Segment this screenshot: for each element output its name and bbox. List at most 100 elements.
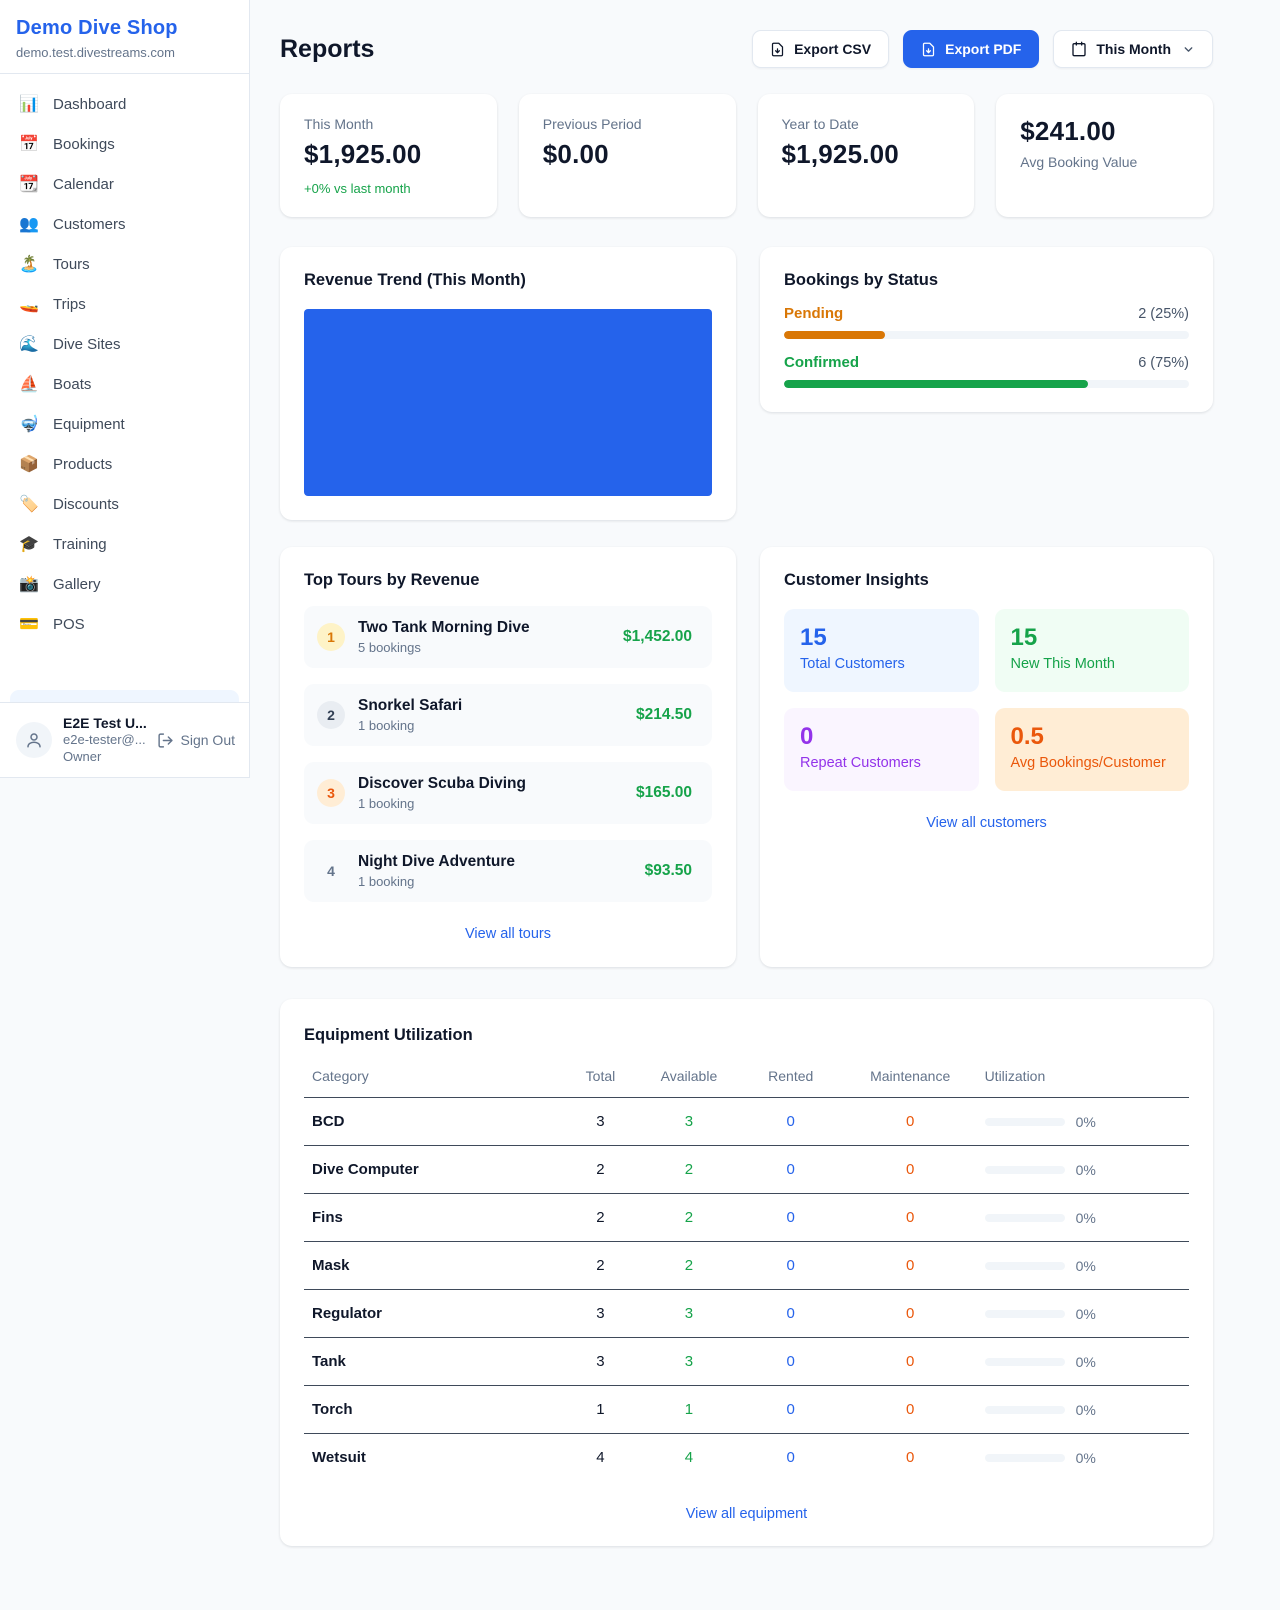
sidebar-item-discounts[interactable]: 🏷️ Discounts <box>8 484 241 524</box>
sidebar-item-tours[interactable]: 🏝️ Tours <box>8 244 241 284</box>
status-bar-track <box>784 331 1189 339</box>
sidebar-nav: 📊 Dashboard 📅 Bookings 📆 Calendar 👥 Cust… <box>0 74 249 702</box>
tile-label: Avg Bookings/Customer <box>1011 755 1174 771</box>
status-row-confirmed: Confirmed 6 (75%) <box>784 354 1189 388</box>
tile-new-this-month: 15 New This Month <box>995 609 1190 692</box>
revenue-trend-title: Revenue Trend (This Month) <box>304 271 712 290</box>
export-pdf-button[interactable]: Export PDF <box>903 30 1039 68</box>
sidebar-item-gallery[interactable]: 📸 Gallery <box>8 564 241 604</box>
camera-icon: 📸 <box>18 574 40 594</box>
tour-revenue: $214.50 <box>636 706 692 724</box>
package-icon: 📦 <box>18 454 40 474</box>
tile-value: 0.5 <box>1011 723 1174 751</box>
cell-category: Regulator <box>304 1290 561 1338</box>
tile-total-customers: 15 Total Customers <box>784 609 979 692</box>
sailboat-icon: ⛵ <box>18 374 40 394</box>
view-all-customers-link[interactable]: View all customers <box>784 815 1189 831</box>
sidebar-item-boats[interactable]: ⛵ Boats <box>8 364 241 404</box>
table-row: Fins 2 2 0 0 0% <box>304 1194 1189 1242</box>
insights-row: Top Tours by Revenue 1 Two Tank Morning … <box>280 547 1213 967</box>
cell-maintenance: 0 <box>844 1146 977 1194</box>
utilization-bar <box>985 1262 1065 1270</box>
sidebar-item-dive-sites[interactable]: 🌊 Dive Sites <box>8 324 241 364</box>
tile-label: Repeat Customers <box>800 755 963 771</box>
status-bar-track <box>784 380 1189 388</box>
sidebar-item-trips[interactable]: 🚤 Trips <box>8 284 241 324</box>
cell-available: 3 <box>640 1290 737 1338</box>
cell-available: 2 <box>640 1146 737 1194</box>
sidebar-item-dashboard[interactable]: 📊 Dashboard <box>8 84 241 124</box>
sidebar-item-equipment[interactable]: 🤿 Equipment <box>8 404 241 444</box>
utilization-bar <box>985 1214 1065 1222</box>
tile-label: Total Customers <box>800 656 963 672</box>
tile-avg-bookings-customer: 0.5 Avg Bookings/Customer <box>995 708 1190 791</box>
table-header-row: Category Total Available Rented Maintena… <box>304 1058 1189 1098</box>
sidebar-item-label: POS <box>53 616 85 633</box>
status-label-confirmed: Confirmed <box>784 354 859 371</box>
table-row: Tank 3 3 0 0 0% <box>304 1338 1189 1386</box>
export-pdf-label: Export PDF <box>945 41 1021 57</box>
cell-total: 2 <box>561 1146 641 1194</box>
cell-maintenance: 0 <box>844 1098 977 1146</box>
graduation-cap-icon: 🎓 <box>18 534 40 554</box>
cell-available: 3 <box>640 1098 737 1146</box>
cell-category: Mask <box>304 1242 561 1290</box>
tour-bookings: 5 bookings <box>358 640 530 655</box>
cell-category: Wetsuit <box>304 1434 561 1482</box>
sign-out-icon <box>157 732 174 749</box>
export-csv-button[interactable]: Export CSV <box>752 30 889 68</box>
cell-maintenance: 0 <box>844 1194 977 1242</box>
sidebar-item-pos[interactable]: 💳 POS <box>8 604 241 644</box>
view-all-equipment-link[interactable]: View all equipment <box>304 1506 1189 1522</box>
stat-card-previous-period: Previous Period $0.00 <box>519 94 736 217</box>
cell-category: Dive Computer <box>304 1146 561 1194</box>
sidebar-item-label: Tours <box>53 256 90 273</box>
diving-mask-icon: 🤿 <box>18 414 40 434</box>
view-all-tours-link[interactable]: View all tours <box>304 926 712 942</box>
stat-label: Avg Booking Value <box>1020 154 1189 170</box>
tile-value: 15 <box>1011 624 1174 652</box>
cell-rented: 0 <box>738 1242 844 1290</box>
shop-domain: demo.test.divestreams.com <box>16 45 233 60</box>
customer-insights-card: Customer Insights 15 Total Customers 15 … <box>760 547 1213 967</box>
cell-rented: 0 <box>738 1146 844 1194</box>
cell-utilization: 0% <box>977 1386 1189 1434</box>
credit-card-icon: 💳 <box>18 614 40 634</box>
cell-available: 2 <box>640 1194 737 1242</box>
tile-value: 15 <box>800 624 963 652</box>
sidebar-item-customers[interactable]: 👥 Customers <box>8 204 241 244</box>
utilization-percent: 0% <box>1076 1354 1096 1370</box>
utilization-percent: 0% <box>1076 1210 1096 1226</box>
table-row: Wetsuit 4 4 0 0 0% <box>304 1434 1189 1482</box>
tour-row: 2 Snorkel Safari 1 booking $214.50 <box>304 684 712 746</box>
column-header-category: Category <box>304 1058 561 1098</box>
revenue-trend-chart <box>304 309 712 496</box>
sidebar-item-training[interactable]: 🎓 Training <box>8 524 241 564</box>
column-header-utilization: Utilization <box>977 1058 1189 1098</box>
sidebar-item-label: Bookings <box>53 136 115 153</box>
utilization-bar <box>985 1118 1065 1126</box>
sidebar-item-bookings[interactable]: 📅 Bookings <box>8 124 241 164</box>
cell-rented: 0 <box>738 1386 844 1434</box>
cell-available: 3 <box>640 1338 737 1386</box>
tour-bookings: 1 booking <box>358 874 515 889</box>
stat-cards-row: This Month $1,925.00 +0% vs last month P… <box>280 94 1213 217</box>
sidebar-item-label: Dive Sites <box>53 336 121 353</box>
tour-bookings: 1 booking <box>358 718 462 733</box>
utilization-percent: 0% <box>1076 1306 1096 1322</box>
tag-icon: 🏷️ <box>18 494 40 514</box>
table-row: Dive Computer 2 2 0 0 0% <box>304 1146 1189 1194</box>
rank-badge: 1 <box>317 623 345 651</box>
utilization-percent: 0% <box>1076 1402 1096 1418</box>
cell-rented: 0 <box>738 1098 844 1146</box>
sidebar-active-item-partial[interactable] <box>10 690 239 702</box>
sign-out-button[interactable]: Sign Out <box>157 732 235 749</box>
equipment-utilization-title: Equipment Utilization <box>304 1026 1189 1045</box>
sidebar-item-calendar[interactable]: 📆 Calendar <box>8 164 241 204</box>
cell-rented: 0 <box>738 1434 844 1482</box>
tour-name: Discover Scuba Diving <box>358 775 526 793</box>
period-dropdown[interactable]: This Month <box>1053 30 1213 68</box>
stat-card-this-month: This Month $1,925.00 +0% vs last month <box>280 94 497 217</box>
sidebar-item-products[interactable]: 📦 Products <box>8 444 241 484</box>
tour-bookings: 1 booking <box>358 796 526 811</box>
